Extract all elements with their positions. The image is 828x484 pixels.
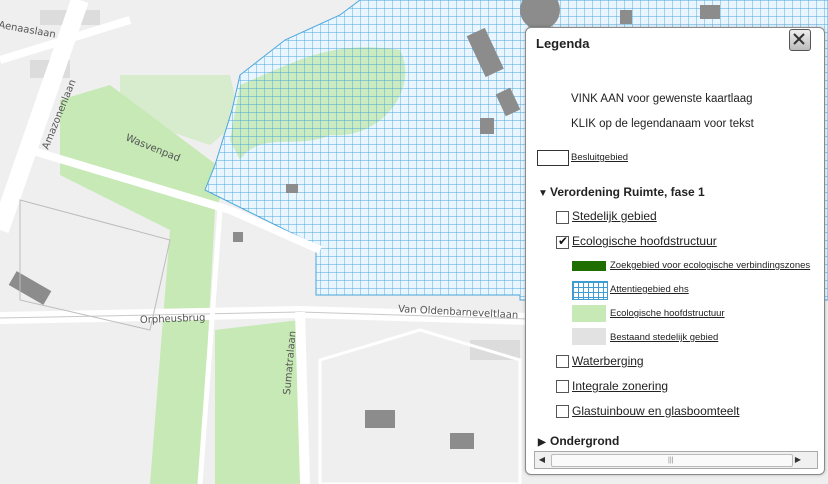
sublegend-zoekgebied[interactable]: Zoekgebied voor ecologische verbindingsz…: [610, 260, 810, 271]
swatch-attentiegebied: [572, 281, 608, 300]
close-icon: [793, 33, 805, 45]
swatch-zoekgebied: [572, 261, 606, 271]
caret-right-icon: ▶: [538, 437, 546, 448]
checkmark-icon: ✔: [558, 234, 569, 248]
scroll-right-arrow-icon[interactable]: ▶: [791, 452, 805, 468]
instruction-1: VINK AAN voor gewenste kaartlaag: [571, 93, 753, 105]
instruction-2: KLIK op de legendanaam voor tekst: [571, 118, 754, 130]
swatch-bestaand-stedelijk: [572, 328, 606, 345]
horizontal-scrollbar[interactable]: ◀ ||| ▶: [534, 451, 818, 469]
group-verordening-label: Verordening Ruimte, fase 1: [550, 185, 705, 199]
caret-down-icon: ▼: [538, 188, 548, 199]
checkbox-ecologische-hoofdstructuur[interactable]: ✔: [556, 234, 569, 249]
layer-waterberging[interactable]: Waterberging: [572, 354, 644, 368]
grip-icon: |||: [668, 457, 674, 464]
swatch-ecologische-hoofdstructuur: [572, 305, 606, 322]
layer-integrale-zonering[interactable]: Integrale zonering: [572, 379, 668, 393]
layer-ecologische-hoofdstructuur[interactable]: Ecologische hoofdstructuur: [572, 234, 717, 248]
checkbox-stedelijk-gebied[interactable]: [556, 211, 569, 224]
layer-stedelijk-gebied[interactable]: Stedelijk gebied: [572, 209, 657, 223]
sublegend-attentiegebied[interactable]: Attentiegebied ehs: [610, 284, 689, 295]
legend-panel: Legenda VINK AAN voor gewenste kaartlaag…: [525, 27, 825, 475]
street-label-orpheusbrug: Orpheusbrug: [140, 313, 206, 326]
besluitgebied-link[interactable]: Besluitgebied: [571, 152, 628, 163]
checkbox-waterberging[interactable]: [556, 355, 569, 368]
group-ondergrond-label: Ondergrond: [550, 434, 620, 448]
checkbox-glastuinbouw[interactable]: [556, 405, 569, 418]
layer-glastuinbouw[interactable]: Glastuinbouw en glasboomteelt: [572, 404, 739, 418]
group-verordening-ruimte[interactable]: ▼ Verordening Ruimte, fase 1: [538, 185, 705, 199]
scrollbar-thumb[interactable]: |||: [551, 454, 793, 467]
close-button[interactable]: [789, 29, 811, 51]
sublegend-bestaand-stedelijk[interactable]: Bestaand stedelijk gebied: [610, 332, 718, 343]
checkbox-integrale-zonering[interactable]: [556, 380, 569, 393]
scroll-left-arrow-icon[interactable]: ◀: [535, 452, 549, 468]
besluitgebied-swatch: [537, 150, 569, 166]
legend-title: Legenda: [536, 36, 590, 51]
sublegend-ecologische-hoofdstructuur[interactable]: Ecologische hoofdstructuur: [610, 308, 725, 319]
group-ondergrond[interactable]: ▶ Ondergrond: [538, 434, 619, 448]
